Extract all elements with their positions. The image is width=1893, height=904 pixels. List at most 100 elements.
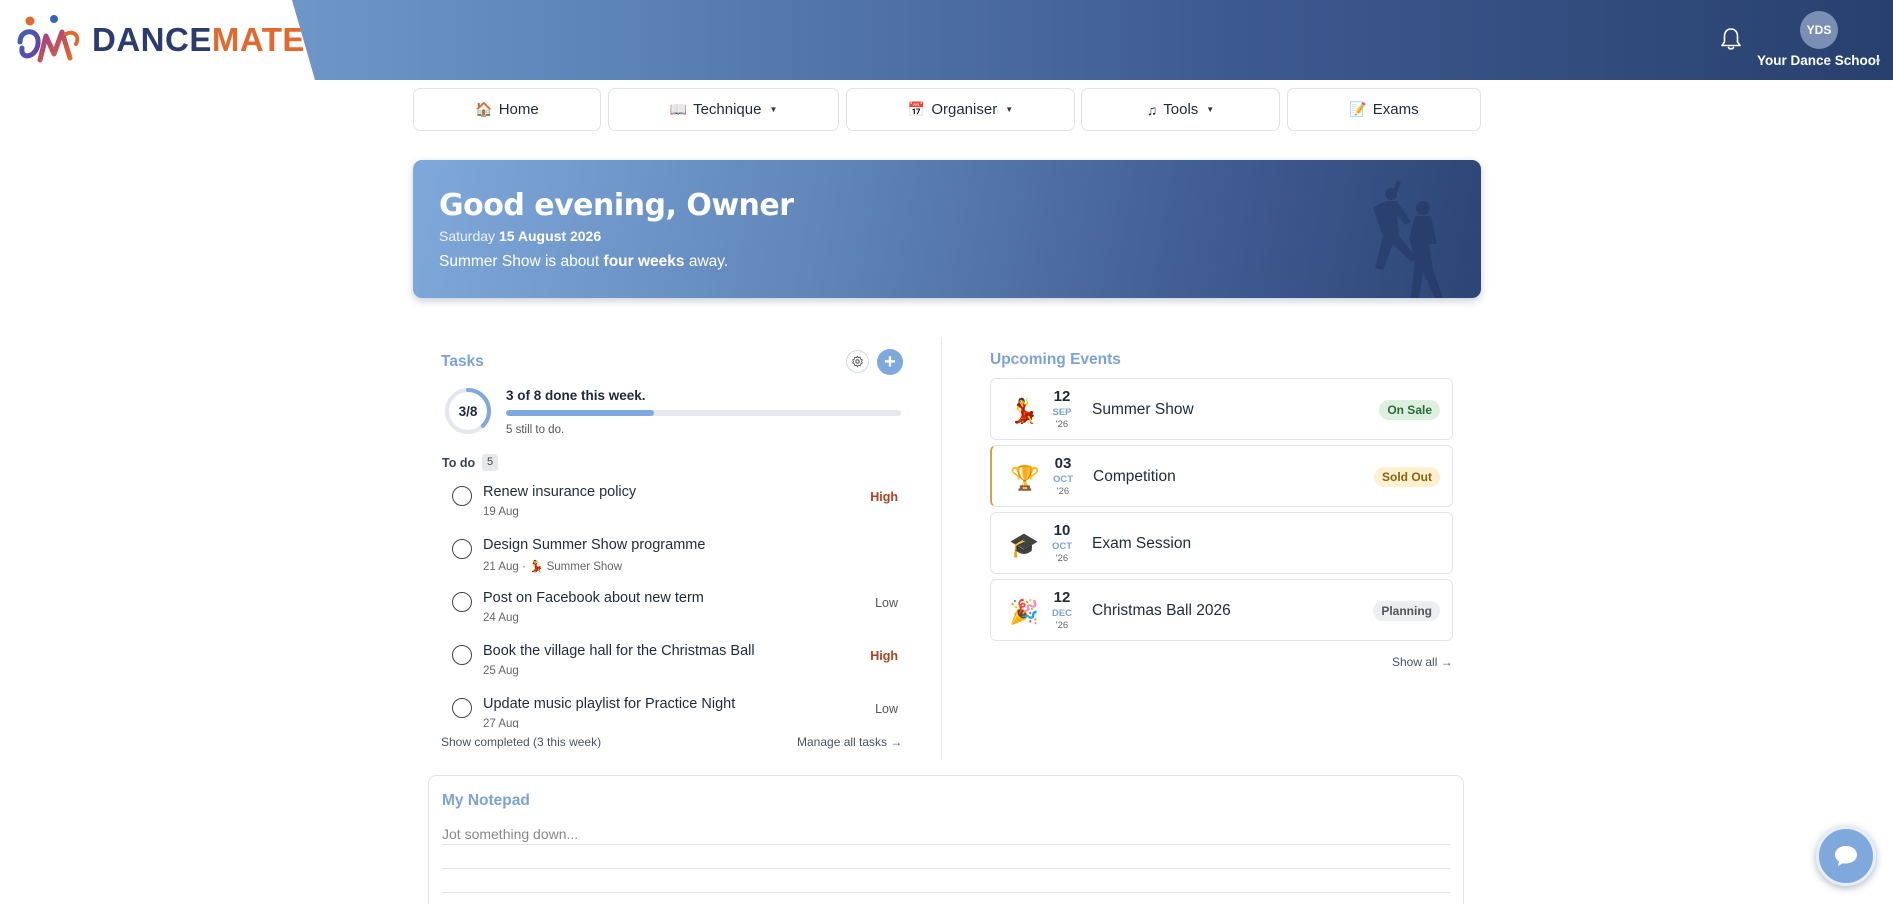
greeting-title: Good evening, Owner bbox=[439, 188, 794, 223]
event-card[interactable]: 🎓 10 OCT '26 Exam Session bbox=[990, 512, 1453, 574]
event-name[interactable]: Christmas Ball 2026 bbox=[1092, 602, 1231, 620]
task-priority: Low bbox=[875, 596, 898, 610]
add-task-button[interactable]: + bbox=[877, 349, 903, 375]
task-progress-bar bbox=[506, 410, 901, 416]
chevron-down-icon: ▼ bbox=[769, 105, 778, 114]
event-month: SEP bbox=[1052, 407, 1072, 418]
greeting-date: Saturday 15 August 2026 bbox=[439, 228, 601, 244]
chat-bubble-icon bbox=[1835, 846, 1857, 866]
event-day: 12 bbox=[1053, 388, 1071, 405]
notepad-line bbox=[442, 892, 1450, 893]
school-name[interactable]: Your Dance School bbox=[1757, 53, 1880, 68]
event-name[interactable]: Summer Show bbox=[1092, 401, 1194, 419]
task-checkbox[interactable] bbox=[452, 698, 472, 718]
dancemate-logo-icon bbox=[17, 15, 80, 63]
notepad-line bbox=[442, 868, 1450, 869]
task-due-date: 25 Aug bbox=[483, 665, 519, 677]
manage-tasks-link[interactable]: Manage all tasks → bbox=[797, 735, 902, 749]
task-list[interactable]: Renew insurance policy 19 Aug High Desig… bbox=[440, 478, 906, 728]
event-card[interactable]: 💃 12 SEP '26 Summer Show On Sale bbox=[990, 378, 1453, 440]
nav-exams[interactable]: 📝 Exams bbox=[1287, 88, 1481, 131]
event-year: '26 bbox=[1055, 620, 1069, 631]
task-checkbox[interactable] bbox=[452, 486, 472, 506]
task-due-date: 24 Aug bbox=[483, 612, 519, 624]
task-row[interactable]: Post on Facebook about new term 24 Aug L… bbox=[440, 584, 906, 637]
bell-icon[interactable] bbox=[1720, 27, 1742, 51]
status-badge: Sold Out bbox=[1374, 467, 1440, 487]
event-year: '26 bbox=[1055, 553, 1069, 564]
chevron-down-icon[interactable]: ▼ bbox=[1874, 57, 1882, 66]
column-divider bbox=[941, 337, 942, 760]
plus-icon: + bbox=[884, 351, 896, 373]
task-row[interactable]: Update music playlist for Practice Night… bbox=[440, 690, 906, 728]
nav-tools-label: Tools bbox=[1163, 101, 1199, 118]
task-checkbox[interactable] bbox=[452, 645, 472, 665]
task-title[interactable]: Book the village hall for the Christmas … bbox=[483, 643, 755, 659]
nav-technique[interactable]: 📖 Technique ▼ bbox=[608, 88, 839, 131]
countdown-prefix: Summer Show is about bbox=[439, 253, 604, 270]
nav-organiser-label: Organiser bbox=[931, 101, 998, 118]
greeting-countdown: Summer Show is about four weeks away. bbox=[439, 253, 728, 271]
task-due-date: 21 Aug bbox=[483, 561, 519, 573]
task-title[interactable]: Design Summer Show programme bbox=[483, 537, 705, 553]
tasks-settings-button[interactable] bbox=[846, 350, 869, 373]
events-title: Upcoming Events bbox=[990, 351, 1121, 368]
task-title[interactable]: Update music playlist for Practice Night bbox=[483, 696, 735, 712]
task-row[interactable]: Design Summer Show programme 21 Aug · 💃 … bbox=[440, 531, 906, 584]
show-completed-link[interactable]: Show completed (3 this week) bbox=[441, 735, 601, 749]
task-progress-text: 3 of 8 done this week. bbox=[506, 388, 646, 403]
task-checkbox[interactable] bbox=[452, 592, 472, 612]
trophy-icon: 🏆 bbox=[1010, 465, 1040, 492]
music-note-icon: ♫ bbox=[1146, 101, 1158, 118]
chat-button[interactable] bbox=[1816, 826, 1876, 886]
greeting-banner: Good evening, Owner Saturday 15 August 2… bbox=[413, 160, 1481, 298]
event-card[interactable]: 🎉 12 DEC '26 Christmas Ball 2026 Plannin… bbox=[990, 579, 1453, 641]
avatar[interactable]: YDS bbox=[1800, 11, 1838, 49]
task-title[interactable]: Renew insurance policy bbox=[483, 484, 636, 500]
todo-count-badge: 5 bbox=[482, 454, 498, 471]
task-row[interactable]: Renew insurance policy 19 Aug High bbox=[440, 478, 906, 531]
task-row[interactable]: Book the village hall for the Christmas … bbox=[440, 637, 906, 690]
nav-home[interactable]: 🏠 Home bbox=[413, 88, 601, 131]
graduation-cap-icon: 🎓 bbox=[1009, 532, 1039, 559]
task-due-date: 19 Aug bbox=[483, 506, 519, 518]
book-icon: 📖 bbox=[669, 101, 688, 117]
home-icon: 🏠 bbox=[475, 101, 493, 117]
nav-technique-label: Technique bbox=[693, 101, 762, 118]
event-month: OCT bbox=[1052, 474, 1074, 485]
task-title[interactable]: Post on Facebook about new term bbox=[483, 590, 704, 606]
event-day: 10 bbox=[1053, 522, 1071, 539]
task-priority: High bbox=[870, 490, 898, 504]
dancers-silhouette-icon bbox=[1373, 180, 1443, 298]
logo[interactable]: DANCEMATE bbox=[0, 0, 315, 80]
event-name[interactable]: Exam Session bbox=[1092, 535, 1191, 553]
memo-icon: 📝 bbox=[1349, 101, 1367, 117]
task-ring-label: 3/8 bbox=[458, 403, 478, 419]
brand-mate: MATE bbox=[211, 21, 305, 58]
nav-organiser[interactable]: 📅 Organiser ▼ bbox=[846, 88, 1075, 131]
event-day: 03 bbox=[1054, 455, 1072, 472]
event-year: '26 bbox=[1056, 486, 1070, 497]
task-meta: 21 Aug · 💃 Summer Show bbox=[483, 561, 623, 573]
task-checkbox[interactable] bbox=[452, 539, 472, 559]
event-card[interactable]: 🏆 03 OCT '26 Competition Sold Out bbox=[990, 445, 1453, 507]
status-badge: Planning bbox=[1373, 601, 1440, 621]
countdown-bold: four weeks bbox=[603, 253, 685, 270]
task-priority: Low bbox=[875, 702, 898, 716]
brand-dance: DANCE bbox=[92, 21, 212, 58]
show-all-events-link[interactable]: Show all → bbox=[1392, 655, 1453, 669]
dancer-icon: 💃 bbox=[529, 561, 544, 573]
event-month: DEC bbox=[1051, 608, 1073, 619]
status-badge: On Sale bbox=[1379, 400, 1440, 420]
countdown-suffix: away. bbox=[684, 253, 729, 270]
task-event-link[interactable]: Summer Show bbox=[547, 561, 622, 573]
notepad-input[interactable] bbox=[442, 824, 1450, 844]
dancer-icon: 💃 bbox=[1009, 398, 1039, 425]
task-priority: High bbox=[870, 649, 898, 663]
nav-home-label: Home bbox=[498, 101, 539, 118]
event-name[interactable]: Competition bbox=[1093, 468, 1176, 486]
event-day: 12 bbox=[1053, 589, 1071, 606]
greeting-weekday: Saturday bbox=[439, 228, 496, 244]
nav-tools[interactable]: ♫ Tools ▼ bbox=[1081, 88, 1280, 131]
calendar-icon: 📅 bbox=[907, 101, 926, 117]
